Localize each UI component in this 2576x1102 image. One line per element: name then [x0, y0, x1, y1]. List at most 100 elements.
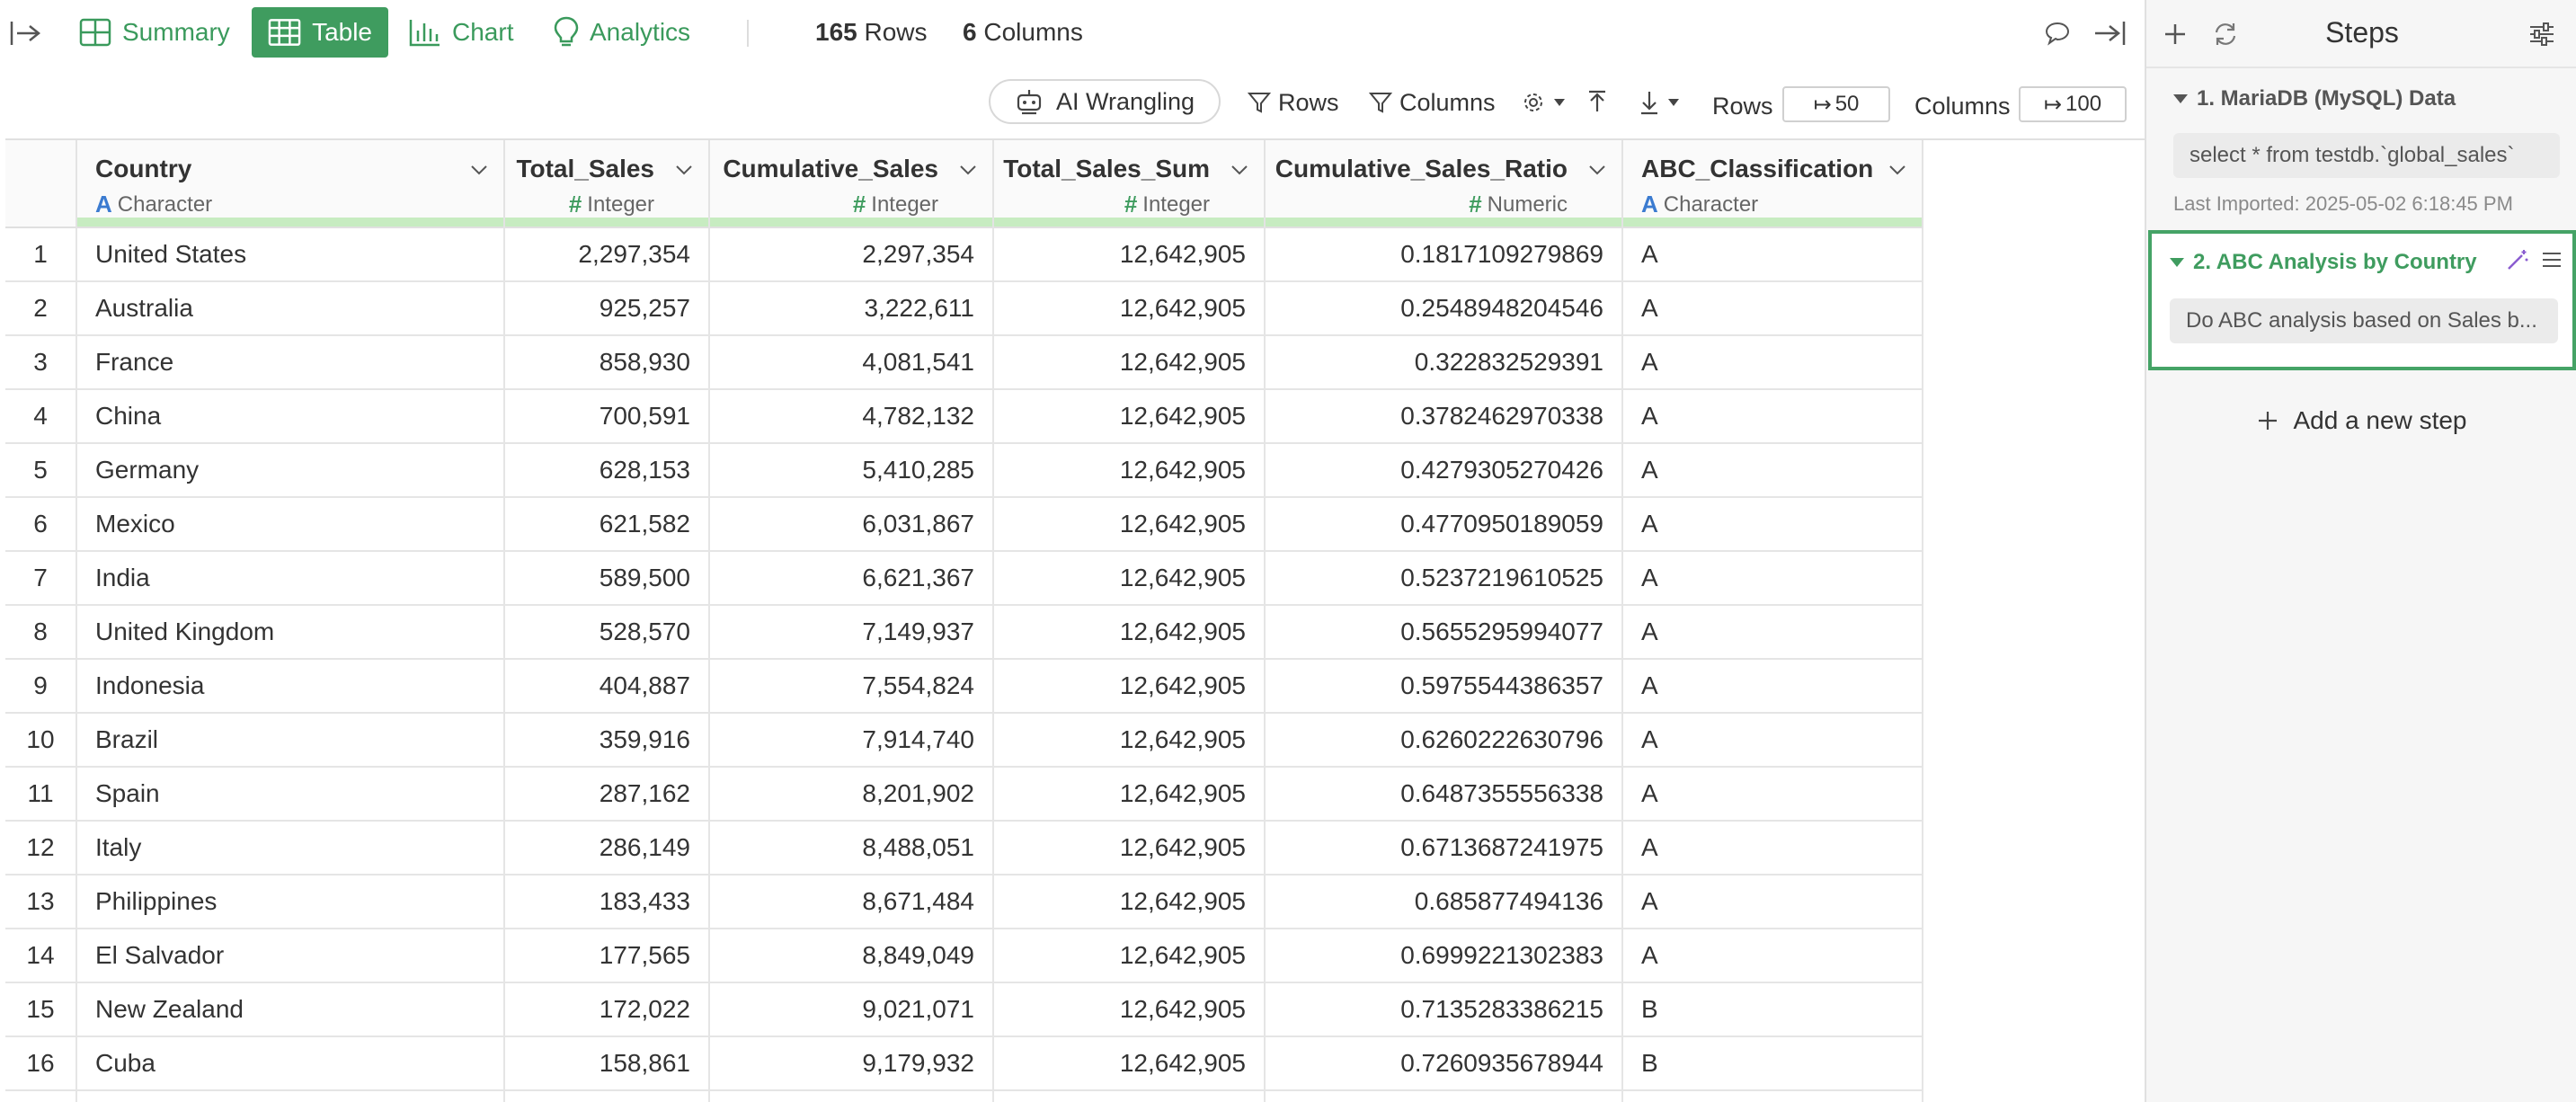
- menu-icon[interactable]: [2540, 248, 2563, 276]
- table-cell[interactable]: 4,081,541: [710, 336, 994, 390]
- table-cell[interactable]: 0.5975544386357: [1266, 660, 1623, 714]
- table-cell[interactable]: 925,257: [505, 282, 710, 336]
- table-cell[interactable]: 12,642,905: [994, 606, 1266, 660]
- table-cell[interactable]: 12,642,905: [994, 822, 1266, 875]
- table-cell[interactable]: 12,642,905: [994, 929, 1266, 983]
- table-cell[interactable]: 172,022: [505, 983, 710, 1037]
- table-cell[interactable]: 359,916: [505, 714, 710, 768]
- table-cell[interactable]: A: [1623, 875, 1923, 929]
- table-cell[interactable]: 12,642,905: [994, 390, 1266, 444]
- download-dropdown[interactable]: [1639, 84, 1680, 120]
- table-cell[interactable]: A: [1623, 768, 1923, 822]
- table-cell[interactable]: 5,410,285: [710, 444, 994, 498]
- table-cell[interactable]: 8,201,902: [710, 768, 994, 822]
- columns-limit-input[interactable]: ↦ 100: [2019, 86, 2127, 122]
- table-cell[interactable]: China: [77, 390, 505, 444]
- step-2-title[interactable]: 2. ABC Analysis by Country: [2170, 250, 2477, 275]
- tab-analytics[interactable]: Analytics: [537, 7, 706, 58]
- table-cell[interactable]: 12,642,905: [994, 498, 1266, 552]
- tab-table[interactable]: Table: [252, 7, 388, 58]
- table-cell[interactable]: United Kingdom: [77, 606, 505, 660]
- table-cell[interactable]: 0.3782462970338: [1266, 390, 1623, 444]
- table-cell[interactable]: Brazil: [77, 714, 505, 768]
- table-cell[interactable]: 12,642,905: [994, 768, 1266, 822]
- table-cell[interactable]: 0.1817109279869: [1266, 228, 1623, 282]
- table-cell[interactable]: 404,887: [505, 660, 710, 714]
- table-cell[interactable]: 8,849,049: [710, 929, 994, 983]
- rows-limit-input[interactable]: ↦ 50: [1782, 86, 1890, 122]
- column-header-cumulative-sales[interactable]: Cumulative_Sales # Integer: [710, 140, 994, 228]
- table-cell[interactable]: Indonesia: [77, 660, 505, 714]
- column-header-total-sales-sum[interactable]: Total_Sales_Sum # Integer: [994, 140, 1266, 228]
- table-cell[interactable]: A: [1623, 228, 1923, 282]
- table-cell[interactable]: 0.6999221302383: [1266, 929, 1623, 983]
- table-cell[interactable]: A: [1623, 714, 1923, 768]
- table-cell[interactable]: Italy: [77, 822, 505, 875]
- chevron-down-icon[interactable]: [958, 160, 978, 180]
- tab-chart[interactable]: Chart: [393, 7, 529, 58]
- table-cell[interactable]: 12,642,905: [994, 444, 1266, 498]
- table-cell[interactable]: 700,591: [505, 390, 710, 444]
- table-cell[interactable]: 0.7260935678944: [1266, 1037, 1623, 1091]
- table-cell[interactable]: 12,642,905: [994, 336, 1266, 390]
- table-cell[interactable]: [1266, 1091, 1623, 1102]
- table-cell[interactable]: 621,582: [505, 498, 710, 552]
- table-cell[interactable]: Australia: [77, 282, 505, 336]
- rows-filter-button[interactable]: Rows: [1248, 84, 1339, 120]
- table-cell[interactable]: 0.5655295994077: [1266, 606, 1623, 660]
- table-cell[interactable]: 628,153: [505, 444, 710, 498]
- table-cell[interactable]: 12,642,905: [994, 875, 1266, 929]
- table-cell[interactable]: 589,500: [505, 552, 710, 606]
- table-cell[interactable]: 9,021,071: [710, 983, 994, 1037]
- column-header-total-sales[interactable]: Total_Sales # Integer: [505, 140, 710, 228]
- table-cell[interactable]: A: [1623, 606, 1923, 660]
- table-cell[interactable]: 286,149: [505, 822, 710, 875]
- comment-icon[interactable]: [2039, 14, 2076, 52]
- table-cell[interactable]: 183,433: [505, 875, 710, 929]
- chevron-down-icon[interactable]: [1587, 160, 1607, 180]
- chevron-down-icon[interactable]: [1888, 160, 1907, 180]
- table-cell[interactable]: Cuba: [77, 1037, 505, 1091]
- table-cell[interactable]: 12,642,905: [994, 552, 1266, 606]
- table-cell[interactable]: 3,222,611: [710, 282, 994, 336]
- table-cell[interactable]: Mexico: [77, 498, 505, 552]
- table-cell[interactable]: 287,162: [505, 768, 710, 822]
- table-cell[interactable]: 12,642,905: [994, 282, 1266, 336]
- table-cell[interactable]: 9,179,932: [710, 1037, 994, 1091]
- table-cell[interactable]: 0.685877494136: [1266, 875, 1623, 929]
- table-cell[interactable]: 7,554,824: [710, 660, 994, 714]
- table-cell[interactable]: B: [1623, 983, 1923, 1037]
- collapse-right-panel-icon[interactable]: [2091, 14, 2128, 52]
- add-step-button[interactable]: Add a new step: [2146, 401, 2576, 440]
- table-cell[interactable]: 0.7135283386215: [1266, 983, 1623, 1037]
- table-cell[interactable]: A: [1623, 498, 1923, 552]
- table-cell[interactable]: United States: [77, 228, 505, 282]
- table-cell[interactable]: France: [77, 336, 505, 390]
- table-cell[interactable]: El Salvador: [77, 929, 505, 983]
- settings-dropdown[interactable]: [1521, 84, 1566, 120]
- ai-wrangling-button[interactable]: AI Wrangling: [989, 79, 1221, 124]
- table-cell[interactable]: [77, 1091, 505, 1102]
- table-cell[interactable]: A: [1623, 822, 1923, 875]
- table-cell[interactable]: 528,570: [505, 606, 710, 660]
- chevron-down-icon[interactable]: [1230, 160, 1249, 180]
- table-cell[interactable]: A: [1623, 282, 1923, 336]
- table-cell[interactable]: A: [1623, 390, 1923, 444]
- table-cell[interactable]: 0.2548948204546: [1266, 282, 1623, 336]
- table-cell[interactable]: 858,930: [505, 336, 710, 390]
- column-header-cumulative-sales-ratio[interactable]: Cumulative_Sales_Ratio # Numeric: [1266, 140, 1623, 228]
- table-cell[interactable]: A: [1623, 444, 1923, 498]
- caret-down-icon[interactable]: [2173, 94, 2188, 103]
- chevron-down-icon[interactable]: [674, 160, 694, 180]
- table-cell[interactable]: 6,621,367: [710, 552, 994, 606]
- collapse-left-panel-icon[interactable]: [7, 16, 43, 50]
- tab-summary[interactable]: Summary: [63, 7, 246, 58]
- table-cell[interactable]: [1623, 1091, 1923, 1102]
- column-header-abc-classification[interactable]: ABC_Classification A Character: [1623, 140, 1923, 228]
- table-cell[interactable]: 177,565: [505, 929, 710, 983]
- table-cell[interactable]: Philippines: [77, 875, 505, 929]
- table-cell[interactable]: A: [1623, 336, 1923, 390]
- step-2[interactable]: 2. ABC Analysis by Country Do ABC analys…: [2148, 230, 2576, 370]
- table-cell[interactable]: 12,642,905: [994, 228, 1266, 282]
- table-cell[interactable]: 4,782,132: [710, 390, 994, 444]
